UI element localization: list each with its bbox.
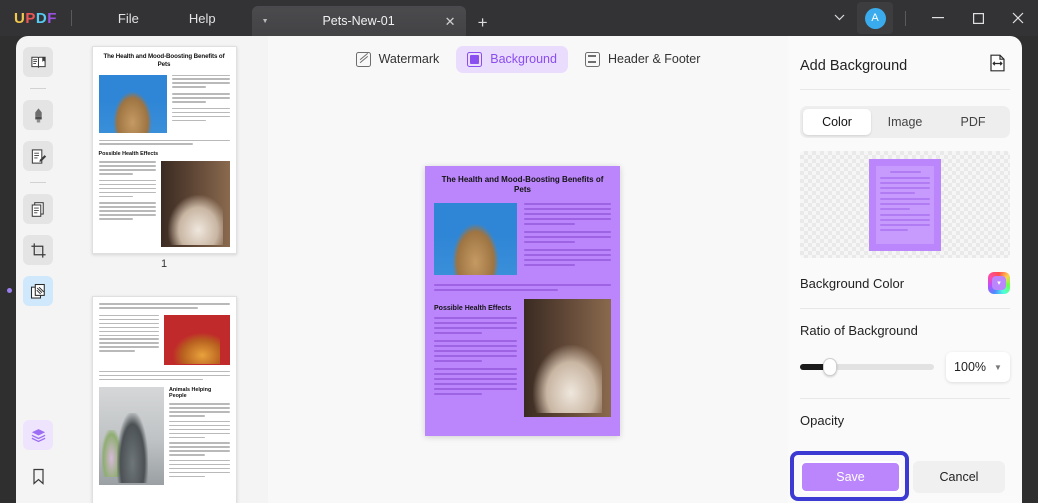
edit-pdf-icon bbox=[31, 148, 46, 164]
sidebar-item-bookmark[interactable] bbox=[23, 461, 53, 491]
watermark-icon bbox=[355, 51, 371, 67]
thumbnail-pane[interactable]: The Health and Mood-Boosting Benefits of… bbox=[60, 36, 268, 503]
document-page-content: The Health and Mood-Boosting Benefits of… bbox=[434, 175, 611, 427]
tab-image[interactable]: Image bbox=[871, 109, 939, 135]
logo-letter-p: P bbox=[25, 9, 36, 27]
tab-strip: ▼ Pets-New-01 ✕ + bbox=[251, 0, 488, 36]
titlebar-divider-2 bbox=[905, 10, 906, 26]
panel-resize-dot[interactable] bbox=[7, 288, 12, 293]
tab-header-footer-label: Header & Footer bbox=[607, 52, 701, 66]
opacity-row: Opacity bbox=[800, 413, 1010, 428]
app-logo: UPDF bbox=[14, 10, 57, 27]
tab-watermark-label: Watermark bbox=[378, 52, 440, 66]
close-icon[interactable]: ✕ bbox=[445, 15, 456, 28]
rail-divider-2 bbox=[30, 182, 46, 183]
ratio-slider[interactable] bbox=[800, 358, 934, 376]
reader-icon bbox=[30, 56, 46, 68]
crop-icon bbox=[30, 242, 46, 258]
sidebar-item-layers[interactable] bbox=[23, 420, 53, 450]
preview-page bbox=[869, 158, 941, 251]
sidebar-item-crop[interactable] bbox=[23, 235, 53, 265]
ratio-row: Ratio of Background bbox=[800, 323, 1010, 338]
panel-header: Add Background bbox=[788, 36, 1022, 89]
preview-page-inner bbox=[876, 165, 934, 244]
opacity-label: Opacity bbox=[800, 413, 845, 428]
background-color-swatch[interactable]: ▾ bbox=[988, 272, 1010, 294]
logo-letter-f: F bbox=[47, 9, 57, 27]
titlebar-divider bbox=[70, 10, 72, 26]
new-tab-button[interactable]: + bbox=[478, 13, 488, 33]
ratio-label: Ratio of Background bbox=[800, 323, 918, 338]
chevron-down-icon[interactable] bbox=[822, 12, 857, 24]
panel-divider-3 bbox=[800, 398, 1010, 399]
tab-header-footer[interactable]: Header & Footer bbox=[574, 46, 711, 73]
window-controls: A bbox=[822, 0, 1038, 36]
sidebar-item-comment[interactable] bbox=[23, 100, 53, 130]
tab-pets-new-01[interactable]: ▼ Pets-New-01 ✕ bbox=[251, 6, 466, 36]
document-canvas[interactable]: The Health and Mood-Boosting Benefits of… bbox=[268, 82, 788, 503]
tab-color[interactable]: Color bbox=[803, 109, 871, 135]
minimize-icon[interactable] bbox=[918, 0, 958, 36]
menu-file[interactable]: File bbox=[104, 6, 153, 31]
bookmark-icon bbox=[32, 468, 44, 485]
thumb-2-section: Animals Helping People bbox=[169, 387, 212, 400]
maximize-icon[interactable] bbox=[958, 0, 998, 36]
sidebar-item-watermark[interactable] bbox=[23, 276, 53, 306]
background-icon bbox=[467, 51, 483, 67]
page-organize-icon bbox=[31, 201, 44, 217]
page-title: The Health and Mood-Boosting Benefits of… bbox=[441, 175, 604, 195]
chevron-down-icon: ▾ bbox=[992, 276, 1006, 290]
sidebar-item-reader[interactable] bbox=[23, 47, 53, 77]
account-button[interactable]: A bbox=[857, 2, 893, 34]
title-bar: UPDF File Help ▼ Pets-New-01 ✕ + A bbox=[0, 0, 1038, 36]
logo-letter-d: D bbox=[35, 9, 48, 27]
ratio-value: 100% bbox=[954, 360, 987, 374]
panel-title: Add Background bbox=[800, 57, 908, 74]
page-section-heading: Possible Health Effects bbox=[434, 304, 512, 312]
panel-divider-2 bbox=[800, 308, 1010, 309]
menu-help[interactable]: Help bbox=[175, 6, 230, 31]
thumb-1-title: The Health and Mood-Boosting Benefits of… bbox=[103, 53, 225, 68]
window-close-icon[interactable] bbox=[998, 0, 1038, 36]
ratio-slider-row: 100% ▼ bbox=[800, 352, 1010, 382]
background-color-label: Background Color bbox=[800, 275, 905, 291]
tab-background-label: Background bbox=[490, 52, 557, 66]
tab-dropdown-icon[interactable]: ▼ bbox=[262, 18, 269, 25]
panel-divider-1 bbox=[800, 89, 1010, 90]
panel-footer: Save Cancel bbox=[788, 451, 1022, 503]
layers-icon bbox=[31, 428, 45, 442]
highlighter-icon bbox=[34, 107, 42, 122]
chevron-down-icon: ▼ bbox=[994, 362, 1002, 372]
sidebar-item-edit[interactable] bbox=[23, 141, 53, 171]
background-color-row: Background Color ▾ bbox=[800, 272, 1010, 294]
document-page[interactable]: The Health and Mood-Boosting Benefits of… bbox=[425, 166, 620, 436]
ratio-slider-handle[interactable] bbox=[822, 358, 837, 376]
thumbnail-page-2[interactable]: Animals Helping People bbox=[91, 296, 237, 503]
watermark-pages-icon bbox=[30, 283, 45, 299]
add-background-panel: Add Background Color Image PDF Backgroun… bbox=[788, 36, 1022, 503]
tab-pdf[interactable]: PDF bbox=[939, 109, 1007, 135]
background-preview bbox=[800, 151, 1010, 258]
tab-background[interactable]: Background bbox=[456, 45, 568, 73]
thumbnail-page-1-number: 1 bbox=[160, 258, 168, 270]
tab-watermark[interactable]: Watermark bbox=[345, 46, 451, 73]
rail-divider-1 bbox=[30, 88, 46, 89]
logo-letter-u: U bbox=[14, 9, 26, 27]
updf-window: UPDF File Help ▼ Pets-New-01 ✕ + A The H… bbox=[0, 0, 1038, 503]
tool-rail bbox=[16, 36, 60, 503]
cancel-button[interactable]: Cancel bbox=[913, 461, 1005, 493]
page-range-icon[interactable] bbox=[989, 54, 1006, 77]
thumbnail-page-1-content: The Health and Mood-Boosting Benefits of… bbox=[98, 53, 230, 248]
tab-title: Pets-New-01 bbox=[322, 14, 395, 28]
save-button[interactable]: Save bbox=[800, 461, 901, 493]
avatar: A bbox=[864, 7, 886, 29]
sidebar-item-organize[interactable] bbox=[23, 194, 53, 224]
ratio-value-dropdown[interactable]: 100% ▼ bbox=[946, 352, 1010, 382]
thumbnail-page-2-content: Animals Helping People bbox=[98, 303, 230, 497]
header-footer-icon bbox=[584, 51, 600, 67]
document-toolbar: Watermark Background Header & Footer bbox=[268, 36, 788, 82]
background-type-tabs: Color Image PDF bbox=[800, 106, 1010, 138]
thumbnail-page-1[interactable]: The Health and Mood-Boosting Benefits of… bbox=[91, 46, 237, 254]
thumb-1-section: Possible Health Effects bbox=[98, 151, 159, 158]
